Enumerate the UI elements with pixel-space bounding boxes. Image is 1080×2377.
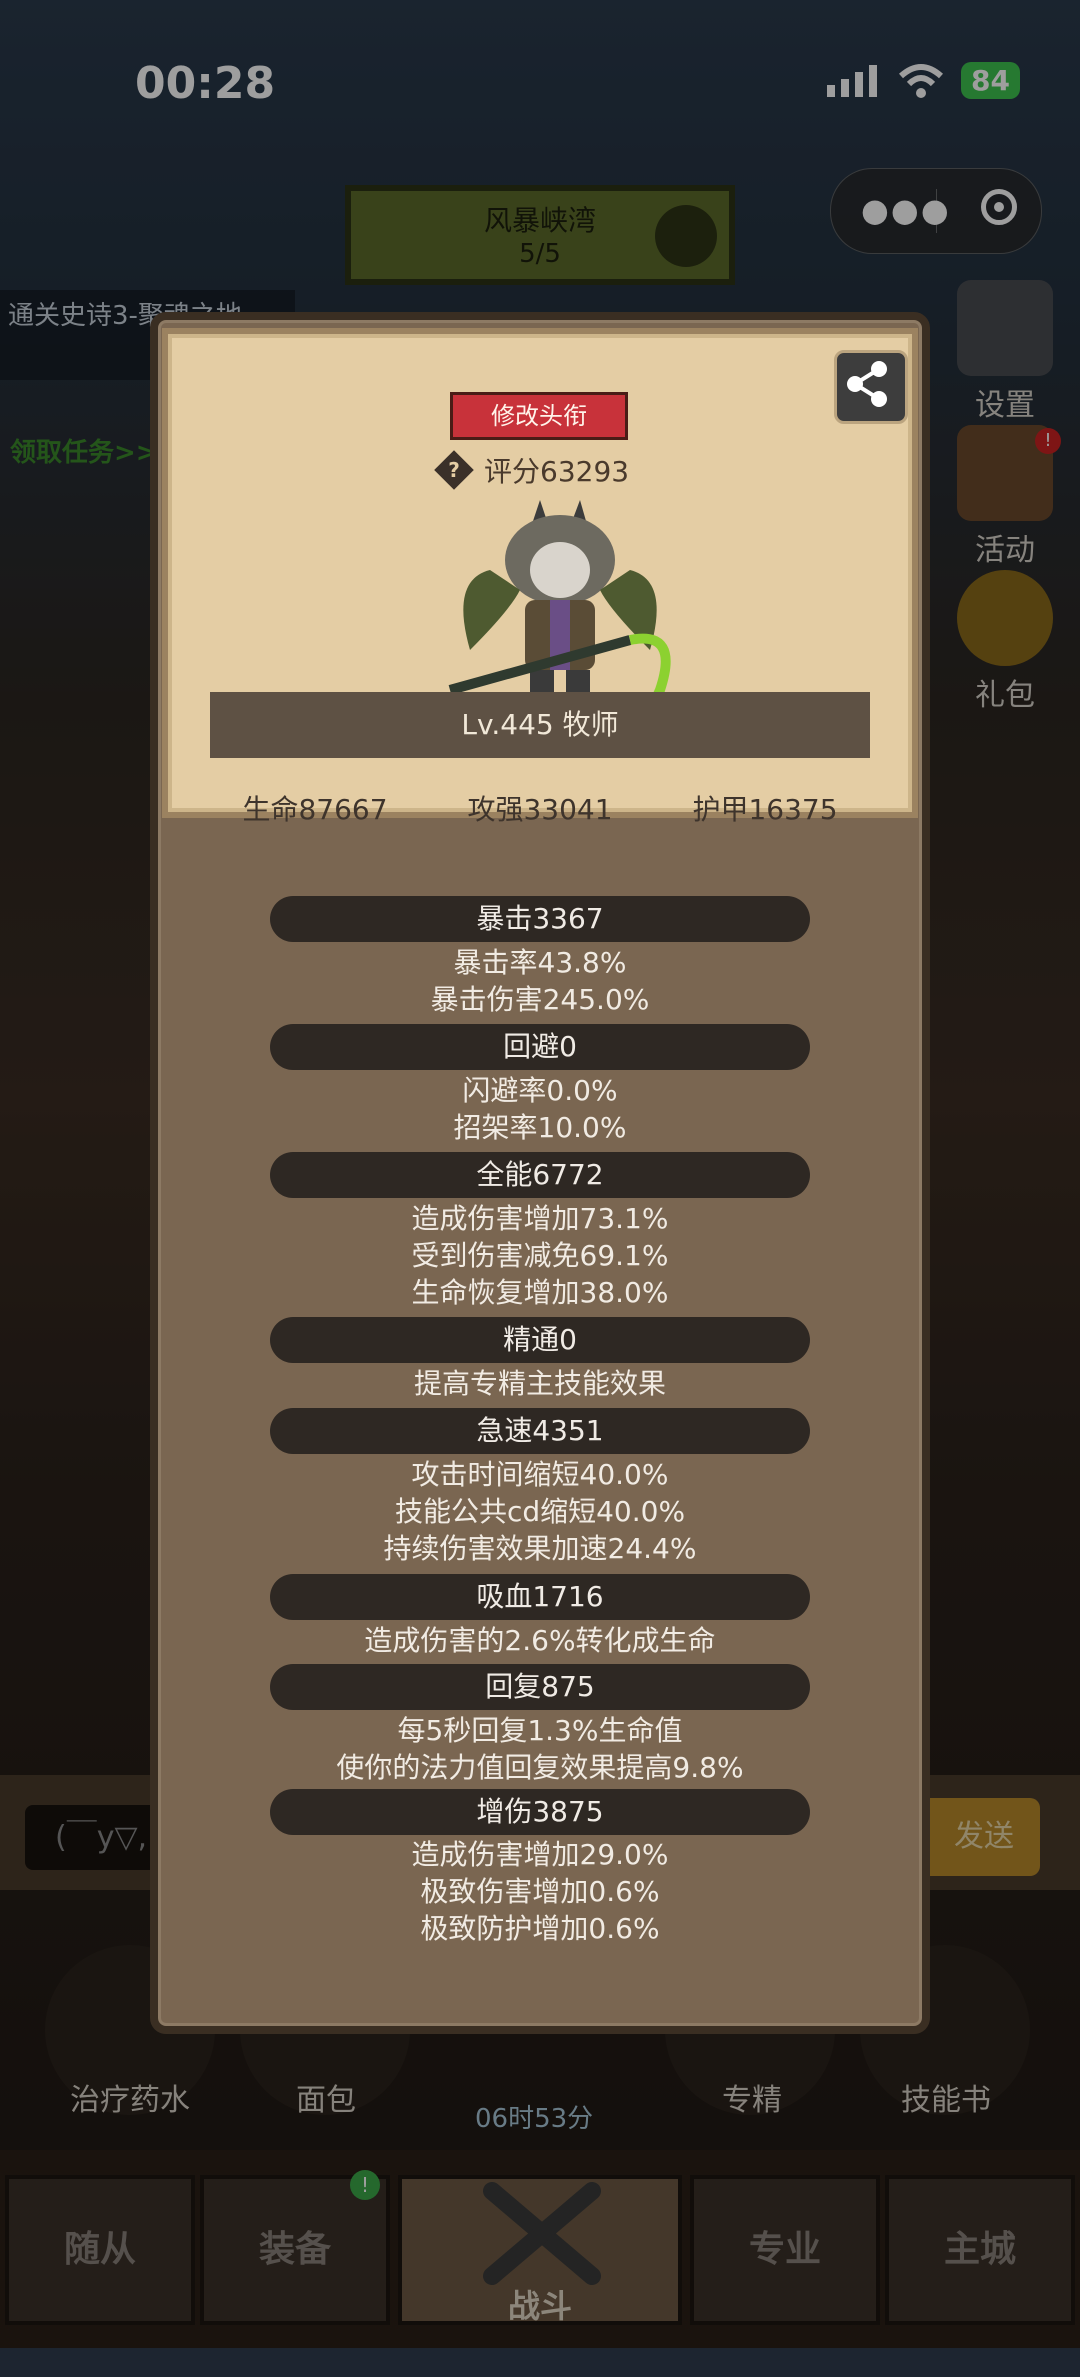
armor-stat: 护甲16375	[692, 793, 838, 826]
crit-header: 暴击3367	[270, 896, 810, 942]
haste-dot: 持续伤害效果加速24.4%	[383, 1532, 697, 1565]
mastery-effect: 提高专精主技能效果	[413, 1367, 666, 1400]
hp-stat: 生命87667	[242, 793, 388, 826]
leech-effect: 造成伤害的2.6%转化成生命	[364, 1624, 716, 1657]
regen-header: 回复875	[270, 1664, 810, 1710]
leech-header: 吸血1716	[270, 1574, 810, 1620]
dmg-up-extreme-defense: 极致防护增加0.6%	[420, 1912, 660, 1945]
versatility-reduction: 受到伤害减免69.1%	[411, 1239, 669, 1272]
dodge-rate: 闪避率0.0%	[462, 1074, 618, 1107]
dodge-header: 回避0	[270, 1024, 810, 1070]
score-text: 评分63293	[484, 455, 630, 488]
level-class-bar: Lv.445 牧师	[210, 692, 870, 758]
haste-attack-time: 攻击时间缩短40.0%	[411, 1458, 669, 1491]
score-row: ? 评分63293	[434, 450, 630, 490]
share-icon	[847, 361, 887, 407]
dmg-up-header: 增伤3875	[270, 1789, 810, 1835]
dmg-up-damage: 造成伤害增加29.0%	[411, 1838, 669, 1871]
edit-title-button[interactable]: 修改头衔	[450, 392, 628, 440]
dmg-up-extreme-damage: 极致伤害增加0.6%	[420, 1875, 660, 1908]
help-icon[interactable]: ?	[434, 450, 474, 490]
parry-rate: 招架率10.0%	[453, 1111, 627, 1144]
versatility-damage: 造成伤害增加73.1%	[411, 1202, 669, 1235]
versatility-healing: 生命恢复增加38.0%	[411, 1276, 669, 1309]
haste-gcd: 技能公共cd缩短40.0%	[394, 1495, 686, 1528]
regen-hp: 每5秒回复1.3%生命值	[397, 1714, 683, 1747]
regen-mana: 使你的法力值回复效果提高9.8%	[336, 1751, 744, 1784]
versatility-header: 全能6772	[270, 1152, 810, 1198]
crit-damage: 暴击伤害245.0%	[430, 983, 650, 1016]
haste-header: 急速4351	[270, 1408, 810, 1454]
share-button[interactable]	[834, 350, 908, 424]
attack-power-stat: 攻强33041	[467, 793, 613, 826]
mastery-header: 精通0	[270, 1317, 810, 1363]
crit-rate: 暴击率43.8%	[453, 946, 627, 979]
